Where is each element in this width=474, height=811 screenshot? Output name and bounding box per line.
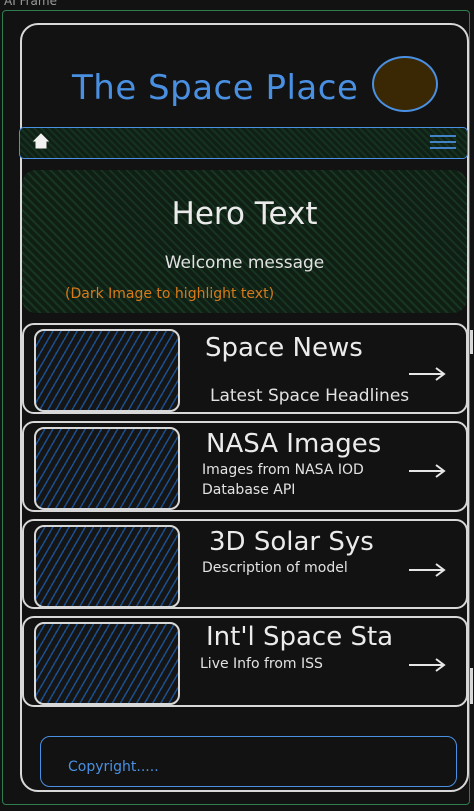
card-thumbnail xyxy=(34,525,180,608)
hero-subtitle: Welcome message xyxy=(164,253,325,273)
card-title: Int'l Space Sta xyxy=(206,622,394,652)
card-description: Images from NASA IOD Database API xyxy=(202,462,364,498)
hero-title: Hero Text xyxy=(171,196,318,232)
card-title: Space News xyxy=(205,333,363,363)
card-nasa-images[interactable]: NASA Images Images from NASA IOD Databas… xyxy=(22,421,468,512)
card-thumbnail xyxy=(34,427,180,510)
card-description: Description of model xyxy=(202,560,348,576)
card-thumbnail xyxy=(34,329,180,412)
card-space-news[interactable]: Space News Latest Space Headlines xyxy=(22,323,468,414)
edge-mark-bottom xyxy=(470,668,473,704)
hero-note: (Dark Image to highlight text) xyxy=(65,286,275,302)
site-title: The Space Place xyxy=(72,68,359,108)
card-description: Latest Space Headlines xyxy=(210,386,410,406)
logo-circle[interactable] xyxy=(372,56,438,112)
hero-banner: Hero Text Welcome message (Dark Image to… xyxy=(22,170,467,313)
arrow-right-icon[interactable] xyxy=(408,563,446,577)
arrow-right-icon[interactable] xyxy=(408,658,446,672)
card-intl-space-station[interactable]: Int'l Space Sta Live Info from ISS xyxy=(22,616,468,707)
card-thumbnail xyxy=(34,622,180,705)
frame-label: AI Frame xyxy=(4,0,57,8)
card-title: NASA Images xyxy=(206,429,382,459)
home-icon[interactable] xyxy=(32,132,50,150)
card-description: Live Info from ISS xyxy=(200,656,323,672)
card-3d-solar-system[interactable]: 3D Solar Sys Description of model xyxy=(22,519,468,609)
navbar xyxy=(19,127,468,159)
arrow-right-icon[interactable] xyxy=(408,367,446,381)
card-title: 3D Solar Sys xyxy=(209,527,374,557)
hamburger-menu-icon[interactable] xyxy=(429,134,457,150)
footer-copyright: Copyright..... xyxy=(68,759,159,775)
edge-mark-top xyxy=(470,330,473,354)
arrow-right-icon[interactable] xyxy=(408,464,446,478)
footer: Copyright..... xyxy=(40,736,457,787)
